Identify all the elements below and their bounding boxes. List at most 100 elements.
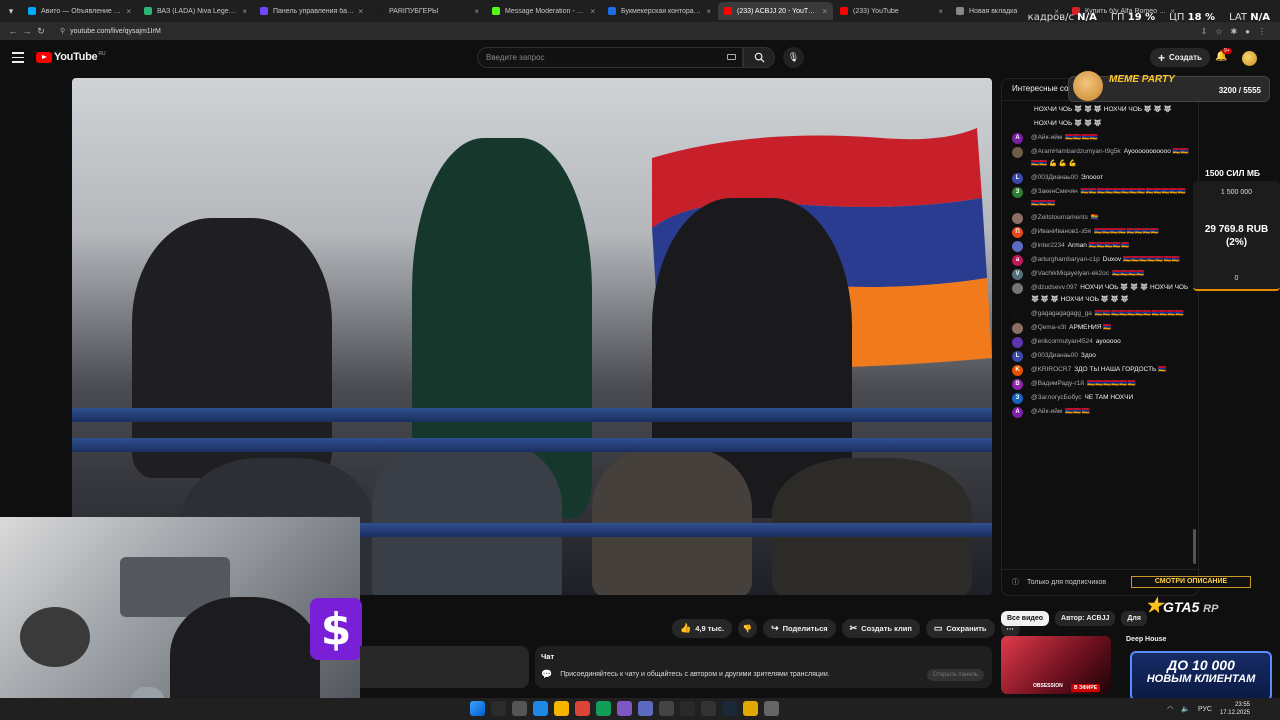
chat-author-avatar[interactable]: А: [1012, 133, 1023, 144]
tab-close-icon[interactable]: ×: [706, 7, 711, 16]
app-icon[interactable]: [743, 701, 758, 716]
chat-author-name[interactable]: @arturghambaryan-c1p: [1031, 256, 1100, 263]
recommended-video-thumbnail[interactable]: OBSESSION В ЭФИРЕ: [1001, 636, 1111, 694]
chat-author-avatar[interactable]: [1012, 119, 1023, 130]
chat-author-avatar[interactable]: З: [1012, 187, 1023, 198]
tab-close-icon[interactable]: ×: [822, 7, 827, 16]
open-chat-panel-button[interactable]: Открыть панель: [927, 669, 984, 681]
description-box[interactable]: [360, 646, 529, 688]
chat-message[interactable]: НОХЧИ ЧОЬ 🐺 🐺 🐺: [1002, 117, 1198, 131]
url-field[interactable]: ⚲ youtube.com/live/qysajm1IrM: [54, 24, 1201, 38]
chat-author-avatar[interactable]: L: [1012, 351, 1023, 362]
search-button[interactable]: [743, 47, 775, 68]
app-icon[interactable]: [596, 701, 611, 716]
save-button[interactable]: ▭ Сохранить: [925, 619, 995, 638]
chat-author-avatar[interactable]: V: [1012, 269, 1023, 280]
chat-author-name[interactable]: @ВадимРаду-г1й: [1031, 380, 1084, 387]
bookmark-star-icon[interactable]: ☆: [1215, 27, 1222, 36]
chat-author-avatar[interactable]: [1012, 309, 1023, 320]
tab-close-icon[interactable]: ×: [938, 7, 943, 16]
chat-message[interactable]: @Zeitstournaments 🏳️‍🌈: [1002, 211, 1198, 225]
dislike-button[interactable]: 👎: [738, 619, 758, 638]
reload-icon[interactable]: ↻: [34, 26, 48, 37]
chat-author-name[interactable]: @Zeitstournaments: [1031, 214, 1088, 221]
recommended-video-title[interactable]: Deep House: [1126, 636, 1166, 643]
chat-author-name[interactable]: @ЗаглогусБобус: [1031, 394, 1082, 401]
browser-tab[interactable]: Message Moderation - Kick ×: [486, 2, 601, 20]
chat-message[interactable]: П @ИванИванов1-з5я 🇦🇲🇦🇲🇦🇲🇦🇲🇦🇲🇦🇲🇦🇲🇦🇲: [1002, 225, 1198, 239]
browser-tab[interactable]: Букмекерская контора Betboom ×: [602, 2, 717, 20]
filter-chip[interactable]: Автор: ACBJJ: [1055, 611, 1116, 626]
chat-author-avatar[interactable]: [1012, 147, 1023, 158]
chat-message[interactable]: V @VachikMiqayelyan-ek2oc 🇦🇲🇦🇲🇦🇲🇦🇲: [1002, 267, 1198, 281]
chat-message[interactable]: L @003Дианаь00 Здоо: [1002, 349, 1198, 363]
explorer-icon[interactable]: [554, 701, 569, 716]
chat-author-name[interactable]: @erikcormutyan4524: [1031, 338, 1093, 345]
chat-message[interactable]: @gagagagagagg_ga 🇦🇲🇦🇲🇦🇲🇦🇲🇦🇲🇦🇲🇦🇲🇦🇲🇦🇲🇦🇲🇦🇲: [1002, 307, 1198, 321]
browser-tab[interactable]: (233) ACBJJ 20 - YouTube ×: [718, 2, 833, 20]
chat-message[interactable]: З @ЗакенСмкчян 🇦🇲🇦🇲🇦🇲🇦🇲🇦🇲🇦🇲🇦🇲🇦🇲🇦🇲🇦🇲🇦🇲🇦🇲🇦🇲🇦…: [1002, 185, 1198, 211]
chat-author-name[interactable]: @KRIROCR7: [1031, 366, 1071, 373]
tab-close-icon[interactable]: ×: [126, 7, 131, 16]
chat-author-avatar[interactable]: [1012, 283, 1023, 294]
chat-message[interactable]: @Qema-v3t АРМЕНИЯ 🇦🇲: [1002, 321, 1198, 335]
browser-tab[interactable]: (233) YouTube ×: [834, 2, 949, 20]
search-input[interactable]: Введите запрос: [477, 47, 743, 68]
clock[interactable]: 23:55 17.12.2025: [1220, 701, 1250, 717]
chat-author-avatar[interactable]: L: [1012, 173, 1023, 184]
chat-scrollbar[interactable]: [1193, 529, 1196, 564]
extensions-icon[interactable]: ✱: [1230, 27, 1237, 36]
settings-icon[interactable]: [764, 701, 779, 716]
chat-message[interactable]: @erikcormutyan4524 ауооооо: [1002, 335, 1198, 349]
clip-button[interactable]: ✂ Создать клип: [841, 619, 920, 638]
chat-author-name[interactable]: @VachikMiqayelyan-ek2oc: [1031, 270, 1109, 277]
chat-message-list[interactable]: НОХЧИ ЧОЬ 🐺 🐺 🐺 НОХЧИ ЧОЬ 🐺 🐺 🐺 НОХЧИ ЧОЬ…: [1002, 101, 1198, 419]
search-icon[interactable]: [491, 701, 506, 716]
chat-message[interactable]: @dzudsevv.097 НОХЧИ ЧОЬ 🐺 🐺 🐺 НОХЧИ ЧОЬ 🐺…: [1002, 281, 1198, 307]
site-info-icon[interactable]: ⚲: [60, 27, 65, 35]
steam-icon[interactable]: [722, 701, 737, 716]
chat-author-name[interactable]: @gagagagagagg_ga: [1031, 310, 1092, 317]
install-icon[interactable]: ⇩: [1201, 27, 1208, 36]
chat-author-avatar[interactable]: П: [1012, 227, 1023, 238]
tab-close-icon[interactable]: ×: [474, 7, 479, 16]
volume-icon[interactable]: 🔈: [1181, 705, 1190, 713]
chat-message[interactable]: K @KRIROCR7 ЗДО ТЫ НАША ГОРДОСТЬ 🇦🇲: [1002, 363, 1198, 377]
like-button[interactable]: 👍 4,9 тыс.: [672, 619, 733, 638]
language-indicator[interactable]: РУС: [1198, 706, 1212, 713]
chat-author-avatar[interactable]: [1012, 337, 1023, 348]
chat-author-name[interactable]: @inter2234: [1031, 242, 1065, 249]
chat-author-name[interactable]: @AramHambardzumyan-t9g5k: [1031, 148, 1121, 155]
chat-message[interactable]: @inter2234 Arman 🇦🇲🇦🇲🇦🇲🇦🇲🇦🇲: [1002, 239, 1198, 253]
chat-author-avatar[interactable]: [1012, 323, 1023, 334]
chat-message[interactable]: В @ВадимРаду-г1й 🇦🇲🇦🇲🇦🇲🇦🇲🇦🇲🇦🇲: [1002, 377, 1198, 391]
chat-author-name[interactable]: @Айк-ийм: [1031, 408, 1062, 415]
chat-author-name[interactable]: @ИванИванов1-з5я: [1031, 228, 1091, 235]
chat-author-name[interactable]: @003Дианаь00: [1031, 174, 1078, 181]
chat-author-avatar[interactable]: K: [1012, 365, 1023, 376]
guide-menu-icon[interactable]: [12, 52, 24, 66]
chrome-icon[interactable]: [575, 701, 590, 716]
chat-author-name[interactable]: @Qema-v3t: [1031, 324, 1066, 331]
forward-icon[interactable]: →: [20, 26, 34, 36]
tab-close-icon[interactable]: ×: [590, 7, 595, 16]
back-icon[interactable]: ←: [6, 26, 20, 36]
filter-chip[interactable]: Для: [1121, 611, 1147, 626]
obs-icon[interactable]: [659, 701, 674, 716]
chat-message[interactable]: @AramHambardzumyan-t9g5k Ауооооооооооо 🇦🇲…: [1002, 145, 1198, 171]
voice-search-button[interactable]: 🎙: [783, 47, 804, 68]
chat-author-avatar[interactable]: a: [1012, 255, 1023, 266]
chat-message[interactable]: З @ЗаглогусБобус ЧЕ ТАМ НОХЧИ: [1002, 391, 1198, 405]
app-icon[interactable]: [680, 701, 695, 716]
browser-menu-icon[interactable]: ⋮: [1258, 27, 1266, 36]
wifi-icon[interactable]: ◠: [1167, 705, 1173, 713]
app-icon[interactable]: [701, 701, 716, 716]
discord-icon[interactable]: [638, 701, 653, 716]
tab-search-icon[interactable]: ▾: [0, 0, 22, 22]
filter-chip[interactable]: Все видео: [1001, 611, 1050, 626]
chat-author-avatar[interactable]: [1012, 241, 1023, 252]
start-icon[interactable]: [470, 701, 485, 716]
chat-message[interactable]: L @003Дианаь00 Элооот: [1002, 171, 1198, 185]
chat-author-avatar[interactable]: [1012, 213, 1023, 224]
browser-tab[interactable]: ВАЗ (LADA) Niva Legend Sport ×: [138, 2, 253, 20]
